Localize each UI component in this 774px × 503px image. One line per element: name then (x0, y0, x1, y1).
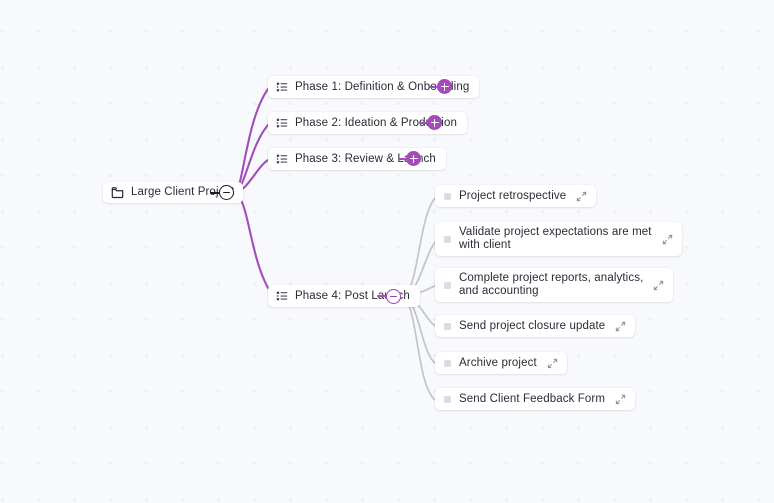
expand-diagonal-icon[interactable] (615, 394, 626, 405)
expand-diagonal-icon[interactable] (653, 280, 664, 291)
link-phase4-task1 (401, 196, 437, 297)
expand-diagonal-icon[interactable] (576, 191, 587, 202)
node-task-3[interactable]: Complete project reports, analytics, and… (435, 268, 674, 302)
node-task-5[interactable]: Archive project (435, 352, 567, 374)
node-task-2[interactable]: Validate project expectations are met wi… (435, 222, 682, 256)
node-task-1[interactable]: Project retrospective (435, 185, 597, 207)
square-icon (444, 360, 451, 367)
root-collapse-toggle[interactable] (219, 185, 234, 200)
phase-3-add-button[interactable] (406, 151, 421, 166)
link-root-phase4 (233, 191, 275, 298)
node-task-5-label: Archive project (459, 356, 537, 369)
list-icon (276, 154, 288, 164)
node-task-4-label: Send project closure update (459, 319, 606, 332)
list-icon (276, 82, 288, 92)
square-icon (444, 396, 451, 403)
minus-icon (223, 191, 230, 194)
folder-icon (111, 187, 124, 199)
list-icon (276, 291, 288, 301)
square-icon (444, 323, 451, 330)
node-task-6[interactable]: Send Client Feedback Form (435, 388, 636, 410)
square-icon (444, 282, 451, 289)
phase-1-add-button[interactable] (437, 79, 452, 94)
node-task-1-label: Project retrospective (459, 189, 567, 202)
phase-4-collapse-toggle[interactable] (386, 289, 401, 304)
list-icon (276, 118, 288, 128)
expand-diagonal-icon[interactable] (662, 234, 673, 245)
expand-diagonal-icon[interactable] (615, 321, 626, 332)
expand-diagonal-icon[interactable] (547, 358, 558, 369)
minus-icon (390, 295, 397, 298)
mindmap-canvas[interactable]: Large Client Project Phase 1: Definition… (0, 0, 774, 503)
link-root-phase1 (233, 87, 270, 195)
square-icon (444, 193, 451, 200)
node-task-6-label: Send Client Feedback Form (459, 392, 606, 405)
node-task-3-label: Complete project reports, analytics, and… (459, 272, 644, 297)
square-icon (444, 236, 451, 243)
link-phase4-task6 (401, 295, 436, 401)
phase-2-add-button[interactable] (427, 115, 442, 130)
node-task-4[interactable]: Send project closure update (435, 315, 636, 337)
node-task-2-label: Validate project expectations are met wi… (459, 226, 652, 251)
